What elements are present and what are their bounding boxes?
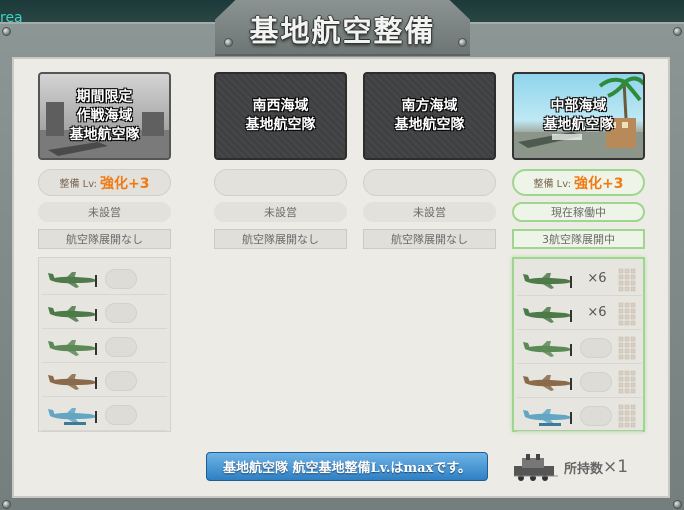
fighter-plane-icon — [523, 273, 572, 289]
plane-slot[interactable]: ×6 — [517, 297, 642, 330]
base-status: 現在稼働中 — [512, 202, 645, 222]
plane-slot[interactable] — [517, 331, 642, 364]
rivet-icon — [2, 500, 11, 509]
base-card-label: 期間限定 作戦海域 基地航空隊 — [69, 88, 140, 143]
plane-slot[interactable] — [517, 365, 642, 398]
rivet-icon — [673, 27, 682, 36]
proficiency-grid-icon — [618, 370, 636, 394]
plane-slot-image — [46, 404, 98, 430]
plane-count — [105, 303, 137, 323]
base-card-central[interactable]: 中部海域 基地航空隊 — [512, 72, 645, 160]
interceptor-plane-icon — [48, 340, 97, 356]
proficiency-grid — [618, 336, 636, 364]
base-status: 未設営 — [214, 202, 347, 222]
plane-count — [105, 269, 137, 289]
fighter-plane-icon — [48, 272, 97, 288]
plane-count: ×6 — [587, 305, 607, 320]
plane-slot-image — [521, 303, 573, 329]
plane-slot-list: ×6 ×6 — [512, 257, 645, 432]
base-card-southwest[interactable]: 南西海域 基地航空隊 — [214, 72, 347, 160]
attacker-plane-icon — [48, 306, 97, 322]
plane-slot[interactable] — [42, 330, 167, 363]
plane-slot-image — [521, 269, 573, 295]
proficiency-grid-icon — [618, 302, 636, 326]
seaplane-icon — [523, 409, 572, 426]
base-card-south[interactable]: 南方海域 基地航空隊 — [363, 72, 496, 160]
plane-slot[interactable] — [42, 398, 167, 431]
plane-count: ×6 — [587, 271, 607, 286]
plane-slot-image — [521, 337, 573, 363]
plane-slot-image — [46, 336, 98, 362]
plane-slot[interactable] — [42, 364, 167, 397]
plane-slot-image — [46, 268, 98, 294]
plane-slot[interactable] — [42, 296, 167, 329]
rivet-icon — [2, 27, 11, 36]
base-card-label: 南方海域 基地航空隊 — [394, 98, 465, 133]
plane-count — [105, 337, 137, 357]
army-fighter-plane-icon — [48, 374, 97, 390]
plane-count — [580, 338, 612, 358]
seaplane-icon — [48, 408, 97, 425]
plane-count — [580, 406, 612, 426]
attacker-plane-icon — [523, 307, 572, 323]
construction-vehicle-icon — [514, 454, 558, 481]
max-level-message: 基地航空隊 航空基地整備Lv.はmaxです。 — [206, 452, 488, 481]
plane-slot[interactable]: ×6 — [517, 263, 642, 296]
owned-count: ×1 — [603, 457, 629, 477]
deploy-status: 航空隊展開なし — [363, 229, 496, 249]
deploy-status: 3航空隊展開中 — [512, 229, 645, 249]
plane-count — [105, 405, 137, 425]
base-status: 未設営 — [38, 202, 171, 222]
plane-slot[interactable] — [42, 262, 167, 295]
proficiency-grid — [618, 370, 636, 398]
interceptor-plane-icon — [523, 341, 572, 357]
base-card-label: 南西海域 基地航空隊 — [245, 98, 316, 133]
base-card-label: 中部海域 基地航空隊 — [543, 98, 614, 133]
plane-slot-image — [46, 302, 98, 328]
base-card-event[interactable]: 期間限定 作戦海域 基地航空隊 — [38, 72, 171, 160]
owned-items: 所持数 ×1 — [512, 452, 637, 482]
maintenance-level — [363, 169, 496, 196]
maintenance-level — [214, 169, 347, 196]
plane-slot-image — [46, 370, 98, 396]
proficiency-grid — [618, 302, 636, 330]
proficiency-grid-icon — [618, 268, 636, 292]
plane-count — [105, 371, 137, 391]
base-status: 未設営 — [363, 202, 496, 222]
window-title: 基地航空整備 — [249, 14, 436, 48]
proficiency-grid-icon — [618, 336, 636, 360]
maintenance-level: 整備 Lv: 強化+3 — [512, 169, 645, 196]
proficiency-grid — [618, 404, 636, 432]
proficiency-grid — [618, 268, 636, 296]
army-fighter-plane-icon — [523, 375, 572, 391]
deploy-status: 航空隊展開なし — [38, 229, 171, 249]
plane-slot-list — [38, 257, 171, 432]
plane-slot-image — [521, 371, 573, 397]
plane-count — [580, 372, 612, 392]
plane-slot-image — [521, 405, 573, 431]
maintenance-level: 整備 Lv: 強化+3 — [38, 169, 171, 196]
proficiency-grid-icon — [618, 404, 636, 428]
owned-label: 所持数 — [564, 461, 604, 477]
plane-slot[interactable] — [517, 399, 642, 432]
deploy-status: 航空隊展開なし — [214, 229, 347, 249]
rivet-icon — [673, 500, 682, 509]
